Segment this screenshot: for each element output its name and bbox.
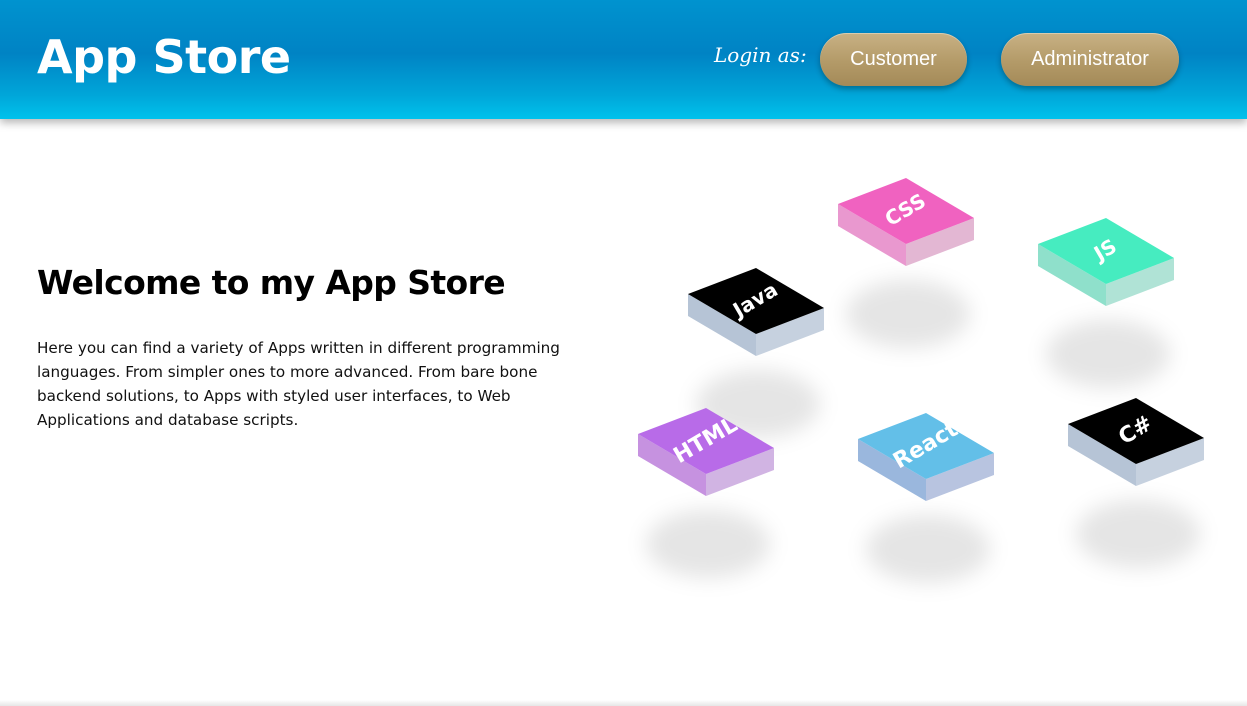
language-tiles-illustration: CSS JS Java HTML React C#: [600, 160, 1247, 640]
customer-login-button[interactable]: Customer: [820, 33, 967, 86]
app-store-page: App Store Login as: Customer Administrat…: [0, 0, 1247, 706]
tiles-svg: CSSJSJavaHTML React C#: [638, 178, 1204, 583]
tile-shadow: [1046, 320, 1170, 388]
welcome-heading: Welcome to my App Store: [37, 263, 506, 302]
intro-paragraph: Here you can find a variety of Apps writ…: [37, 339, 560, 429]
administrator-login-button[interactable]: Administrator: [1001, 33, 1179, 86]
tile-css: CSS: [838, 178, 974, 348]
bottom-edge: [0, 700, 1247, 706]
top-header: App Store Login as: Customer Administrat…: [0, 0, 1247, 119]
tile-csharp: C#: [1068, 398, 1204, 568]
tile-shadow: [866, 515, 990, 583]
tile-react: React: [858, 413, 994, 583]
tile-shadow: [1076, 500, 1200, 568]
tile-shadow: [846, 280, 970, 348]
tile-shadow: [646, 510, 770, 578]
brand-title[interactable]: App Store: [37, 30, 291, 84]
login-as-label: Login as:: [714, 43, 807, 67]
tile-js: JS: [1038, 218, 1174, 388]
